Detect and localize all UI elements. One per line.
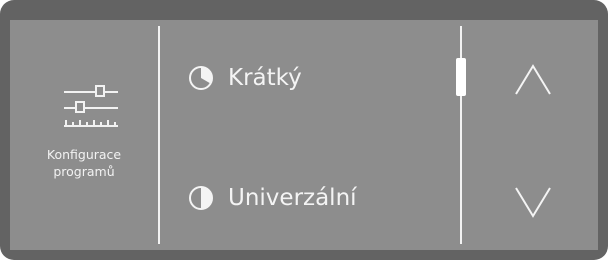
chevron-down-icon [515, 187, 551, 218]
scroll-thumb[interactable] [456, 58, 466, 96]
program-configuration-button[interactable]: Konfigurace programů [10, 20, 158, 250]
clock-pie-icon [189, 66, 213, 90]
program-configuration-label: Konfigurace programů [46, 147, 122, 179]
divider-left [158, 26, 160, 244]
scroll-down-button[interactable] [510, 182, 556, 222]
sliders-icon [64, 85, 118, 127]
program-label: Univerzální [228, 185, 357, 211]
display-screen: Konfigurace programů Krátký Univerzální [10, 20, 598, 250]
chevron-up-icon [515, 64, 551, 95]
program-item-univerzalni[interactable]: Univerzální [180, 176, 440, 220]
scroll-up-button[interactable] [510, 60, 556, 100]
clock-pie-half-icon [189, 186, 213, 210]
program-item-kratky[interactable]: Krátký [180, 56, 440, 100]
program-label: Krátký [228, 65, 302, 91]
